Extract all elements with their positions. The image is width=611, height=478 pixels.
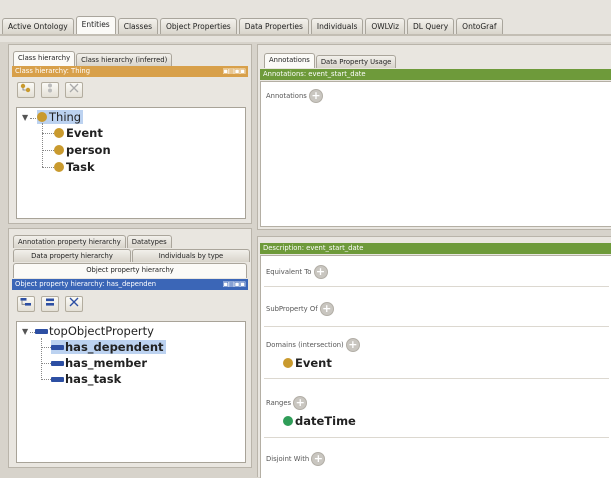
subproperty-of-label: SubProperty Of [266, 305, 318, 313]
class-icon [37, 112, 47, 122]
tree-node-has-task[interactable]: has_task [51, 372, 121, 386]
separator [264, 286, 609, 287]
tree-connector [41, 338, 42, 380]
domain-value-event[interactable]: Event [283, 356, 332, 370]
tree-node-has-member[interactable]: has_member [51, 356, 147, 370]
collapse-thing-icon[interactable]: ▼ [22, 113, 28, 122]
disjoint-with-row: Disjoint With + [266, 452, 326, 466]
tab-data-property-usage[interactable]: Data Property Usage [315, 55, 397, 68]
range-value-datetime[interactable]: dateTime [283, 414, 356, 428]
domains-row: Domains (intersection) + [266, 338, 360, 352]
tab-class-hierarchy-inferred[interactable]: Class hierarchy (inferred) [76, 53, 173, 66]
annotations-content: Annotations + [260, 81, 611, 227]
class-hierarchy-panel: Class hierarchy Class hierarchy (inferred… [8, 44, 252, 224]
delete-class-icon[interactable] [65, 82, 83, 98]
collapse-top-object-property-icon[interactable]: ▼ [22, 327, 28, 336]
add-subclass-icon[interactable] [17, 82, 35, 98]
class-icon [54, 162, 64, 172]
add-range-icon[interactable]: + [293, 396, 308, 410]
disjoint-with-label: Disjoint With [266, 455, 310, 463]
tree-connector [41, 347, 51, 348]
class-icon [283, 358, 293, 368]
description-content: Equivalent To + SubProperty Of + Domains… [260, 255, 611, 478]
tree-connector [42, 167, 54, 168]
class-icon [54, 128, 64, 138]
tree-connector [30, 118, 36, 119]
tab-underline [0, 34, 611, 36]
add-sibling-class-icon[interactable] [41, 82, 59, 98]
add-annotation-icon[interactable]: + [309, 89, 323, 103]
tab-object-properties[interactable]: Object Properties [160, 18, 237, 34]
class-toolbar [17, 82, 89, 98]
annotations-header: Annotations: event_start_date [260, 69, 611, 80]
class-hierarchy-header-label: Class hierarchy: Thing [15, 67, 91, 75]
tab-class-hierarchy[interactable]: Class hierarchy [13, 51, 76, 66]
property-hierarchy-panel: Annotation property hierarchy Datatypes D… [8, 228, 252, 468]
object-property-icon [51, 360, 64, 366]
tree-node-event[interactable]: Event [54, 126, 103, 140]
annotations-header-label: Annotations: event_start_date [263, 70, 366, 78]
description-header-label: Description: event_start_date [263, 244, 364, 252]
tab-individuals[interactable]: Individuals [310, 18, 364, 34]
tab-dl-query[interactable]: DL Query [407, 18, 455, 34]
tab-entities[interactable]: Entities [75, 16, 116, 34]
object-property-tree: ▼ topObjectProperty has_dependent has_me… [16, 321, 246, 463]
main-tab-bar: Active Ontology Entities Classes Object Pro… [0, 0, 611, 42]
object-property-header: Object property hierarchy: has_dependen … [12, 279, 248, 290]
ranges-label: Ranges [266, 399, 292, 407]
tree-connector [41, 379, 51, 380]
tab-object-property-hierarchy[interactable]: Object property hierarchy [13, 263, 247, 278]
object-property-header-label: Object property hierarchy: has_dependen [15, 280, 157, 288]
tree-node-task[interactable]: Task [54, 160, 95, 174]
separator [264, 326, 609, 327]
tab-datatypes[interactable]: Datatypes [126, 235, 172, 248]
tab-data-property-hierarchy[interactable]: Data property hierarchy [13, 249, 131, 262]
view-controls-icon[interactable]: ▣▤▣▣ [223, 279, 246, 290]
tree-connector [41, 363, 51, 364]
datatype-icon [283, 416, 293, 426]
tree-node-has-dependent[interactable]: has_dependent [51, 340, 166, 354]
equivalent-to-row: Equivalent To + [266, 265, 328, 279]
domains-label: Domains (intersection) [266, 341, 344, 349]
description-header: Description: event_start_date [260, 243, 611, 254]
tree-node-thing[interactable]: Thing [37, 110, 84, 124]
object-property-icon [35, 328, 48, 334]
annotations-panel: Annotations Data Property Usage Annotatio… [257, 44, 611, 230]
object-property-icon [51, 344, 64, 350]
class-hierarchy-header: Class hierarchy: Thing ▣▤▣▣ [12, 66, 248, 77]
tab-ontograf[interactable]: OntoGraf [456, 18, 503, 34]
subproperty-of-row: SubProperty Of + [266, 302, 334, 316]
class-icon [54, 145, 64, 155]
add-subproperty-of-icon[interactable]: + [319, 302, 334, 316]
add-domain-icon[interactable]: + [345, 338, 360, 352]
tab-data-properties[interactable]: Data Properties [238, 18, 309, 34]
add-sibling-property-icon[interactable] [41, 296, 59, 312]
separator [264, 378, 609, 379]
tab-annotation-property-hierarchy[interactable]: Annotation property hierarchy [13, 235, 126, 248]
tree-node-top-object-property[interactable]: topObjectProperty [35, 324, 154, 338]
equivalent-to-label: Equivalent To [266, 268, 312, 276]
delete-property-icon[interactable] [65, 296, 83, 312]
add-equivalent-to-icon[interactable]: + [313, 265, 328, 279]
tab-classes[interactable]: Classes [117, 18, 158, 34]
tree-connector [42, 123, 43, 167]
tree-connector [42, 133, 54, 134]
view-controls-icon[interactable]: ▣▤▣▣ [223, 66, 246, 77]
tab-owlviz[interactable]: OWLViz [365, 18, 406, 34]
description-panel: Description: event_start_date Equivalent… [257, 236, 611, 478]
add-disjoint-with-icon[interactable]: + [311, 452, 326, 466]
separator [264, 437, 609, 438]
ranges-row: Ranges + [266, 396, 308, 410]
object-property-icon [51, 376, 64, 382]
annotations-label: Annotations [266, 92, 307, 100]
tree-node-person[interactable]: person [54, 143, 111, 157]
tree-connector [42, 150, 54, 151]
class-tree: ▼ Thing Event person Task [16, 107, 246, 219]
tab-annotations[interactable]: Annotations [264, 53, 315, 68]
tab-active-ontology[interactable]: Active Ontology [2, 18, 74, 34]
add-subproperty-icon[interactable] [17, 296, 35, 312]
property-toolbar [17, 296, 89, 312]
annotations-row: Annotations + [266, 89, 323, 103]
tab-individuals-by-type[interactable]: Individuals by type [132, 249, 250, 262]
